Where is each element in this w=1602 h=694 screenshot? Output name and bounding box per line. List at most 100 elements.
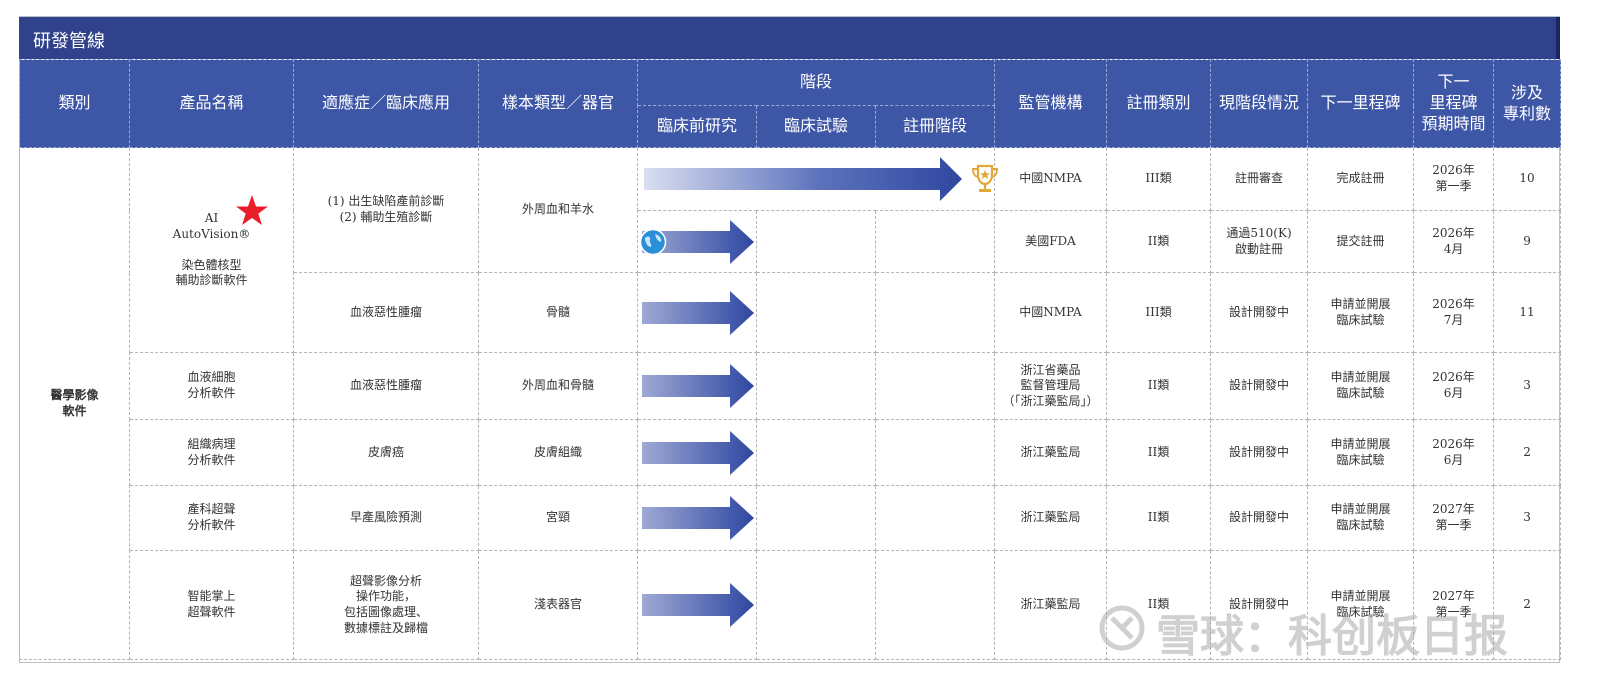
stage-cell <box>756 550 876 660</box>
regulator-cell: 浙江藥監局 <box>994 419 1108 486</box>
sample-cell: 骨髓 <box>478 272 638 353</box>
header-expected-time: 下一 里程碑 預期時間 <box>1413 59 1495 148</box>
stage-cell <box>637 210 757 273</box>
stage-cell <box>874 419 996 486</box>
indication-cell: (1) 出生缺陷產前診斷 (2) 輔助生殖診斷 <box>293 147 479 273</box>
product-cell: 產科超聲 分析軟件 <box>129 485 294 551</box>
sample-cell: 宮頸 <box>478 485 638 551</box>
stage-cell <box>637 272 757 353</box>
stage-cell <box>874 210 996 273</box>
regulator-cell: 中國NMPA <box>994 147 1108 211</box>
sample-cell: 淺表器官 <box>478 550 638 660</box>
patents-cell: 2 <box>1493 419 1562 486</box>
patents-cell: 10 <box>1493 147 1562 211</box>
header-reg-class: 註冊類別 <box>1106 59 1212 148</box>
sample-cell: 外周血和骨髓 <box>478 352 638 420</box>
header-stage-preclinical: 臨床前研究 <box>637 105 757 148</box>
stage-cell <box>756 352 876 420</box>
progress-arrow <box>642 496 754 540</box>
reg-class-cell: II類 <box>1106 419 1212 486</box>
time-cell: 2026年 4月 <box>1413 210 1495 273</box>
stage-cell <box>756 419 876 486</box>
milestone-cell: 提交註冊 <box>1307 210 1415 273</box>
header-patents: 涉及 專利數 <box>1493 59 1562 148</box>
milestone-cell: 申請並開展 臨床試驗 <box>1307 485 1415 551</box>
stage-cell <box>756 272 876 353</box>
table-row: 產科超聲 分析軟件 早產風險預測 宮頸 浙江藥監局 II類 設計開發中 申請並開… <box>20 485 1562 551</box>
progress-arrow <box>642 430 754 475</box>
regulator-cell: 美國FDA <box>994 210 1108 273</box>
time-cell: 2026年 第一季 <box>1413 147 1495 211</box>
reg-class-cell: III類 <box>1106 272 1212 353</box>
pipeline-table: 類別 產品名稱 適應症／臨床應用 樣本類型／器官 階段 監管機構 註冊類別 現階… <box>19 59 1562 660</box>
header-stage: 階段 <box>636 59 996 106</box>
title-bar: 研發管線 <box>19 17 1560 59</box>
milestone-cell: 申請並開展 臨床試驗 <box>1307 352 1415 420</box>
stage-cell <box>637 550 757 660</box>
header-regulator: 監管機構 <box>994 59 1108 148</box>
header-category: 類別 <box>19 59 130 148</box>
product-cell: AI AutoVision® 染色體核型 輔助診斷軟件 <box>129 147 294 353</box>
time-cell: 2026年 6月 <box>1413 419 1495 486</box>
status-cell: 設計開發中 <box>1210 352 1309 420</box>
progress-arrow <box>642 290 754 335</box>
patents-cell: 3 <box>1493 485 1562 551</box>
header-status: 現階段情況 <box>1210 59 1309 148</box>
patents-cell: 3 <box>1493 352 1562 420</box>
indication-cell: 早產風險預測 <box>293 485 479 551</box>
reg-class-cell: III類 <box>1106 147 1212 211</box>
product-cell: 血液細胞 分析軟件 <box>129 352 294 420</box>
stage-cell <box>756 210 876 273</box>
indication-cell: 血液惡性腫瘤 <box>293 352 479 420</box>
header-indication: 適應症／臨床應用 <box>293 59 479 148</box>
milestone-cell: 完成註冊 <box>1307 147 1415 211</box>
stage-cell <box>636 147 999 211</box>
status-cell: 註冊審查 <box>1210 147 1309 211</box>
stage-cell <box>756 485 876 551</box>
progress-arrow-long <box>644 157 962 201</box>
header-stage-registration: 註冊階段 <box>874 105 996 148</box>
status-cell: 設計開發中 <box>1210 485 1309 551</box>
watermark-logo-icon <box>1099 605 1145 651</box>
regulator-cell: 浙江省藥品 監督管理局 （「浙江藥監局」） <box>994 352 1108 420</box>
reg-class-cell: II類 <box>1106 485 1212 551</box>
indication-cell: 血液惡性腫瘤 <box>293 272 479 353</box>
stage-cell <box>874 272 996 353</box>
header-stage-clinical: 臨床試驗 <box>756 105 876 148</box>
sample-cell: 外周血和羊水 <box>478 147 638 273</box>
page-title: 研發管線 <box>33 31 105 52</box>
time-cell: 2026年 7月 <box>1413 272 1495 353</box>
header-product: 產品名稱 <box>129 59 294 148</box>
stage-cell <box>874 550 996 660</box>
patents-cell: 11 <box>1493 272 1562 353</box>
progress-arrow <box>642 364 754 408</box>
progress-arrow <box>642 583 754 627</box>
indication-cell: 超聲影像分析 操作功能， 包括圖像處理、 數據標註及歸檔 <box>293 550 479 660</box>
stage-cell <box>637 419 757 486</box>
table-row: 組織病理 分析軟件 皮膚癌 皮膚組織 浙江藥監局 II類 設計開發中 申請並開展… <box>20 419 1562 486</box>
stage-cell <box>874 352 996 420</box>
milestone-cell: 申請並開展 臨床試驗 <box>1307 272 1415 353</box>
regulator-cell: 浙江藥監局 <box>994 485 1108 551</box>
stage-cell <box>637 352 757 420</box>
table-row: 血液細胞 分析軟件 血液惡性腫瘤 外周血和骨髓 浙江省藥品 監督管理局 （「浙江… <box>20 352 1562 420</box>
star-icon <box>236 195 268 225</box>
reg-class-cell: II類 <box>1106 210 1212 273</box>
product-cell: 組織病理 分析軟件 <box>129 419 294 486</box>
status-cell: 設計開發中 <box>1210 272 1309 353</box>
regulator-cell: 中國NMPA <box>994 272 1108 353</box>
stage-cell <box>637 485 757 551</box>
indication-cell: 皮膚癌 <box>293 419 479 486</box>
trophy-icon <box>971 164 999 192</box>
status-cell: 設計開發中 <box>1210 419 1309 486</box>
reg-class-cell: II類 <box>1106 352 1212 420</box>
header-sample: 樣本類型／器官 <box>478 59 638 148</box>
globe-icon <box>639 228 667 255</box>
sample-cell: 皮膚組織 <box>478 419 638 486</box>
milestone-cell: 申請並開展 臨床試驗 <box>1307 419 1415 486</box>
patents-cell: 9 <box>1493 210 1562 273</box>
product-cell: 智能掌上 超聲軟件 <box>129 550 294 660</box>
header-next-milestone: 下一里程碑 <box>1307 59 1415 148</box>
stage-cell <box>874 485 996 551</box>
status-cell: 通過510(K) 啟動註冊 <box>1210 210 1309 273</box>
